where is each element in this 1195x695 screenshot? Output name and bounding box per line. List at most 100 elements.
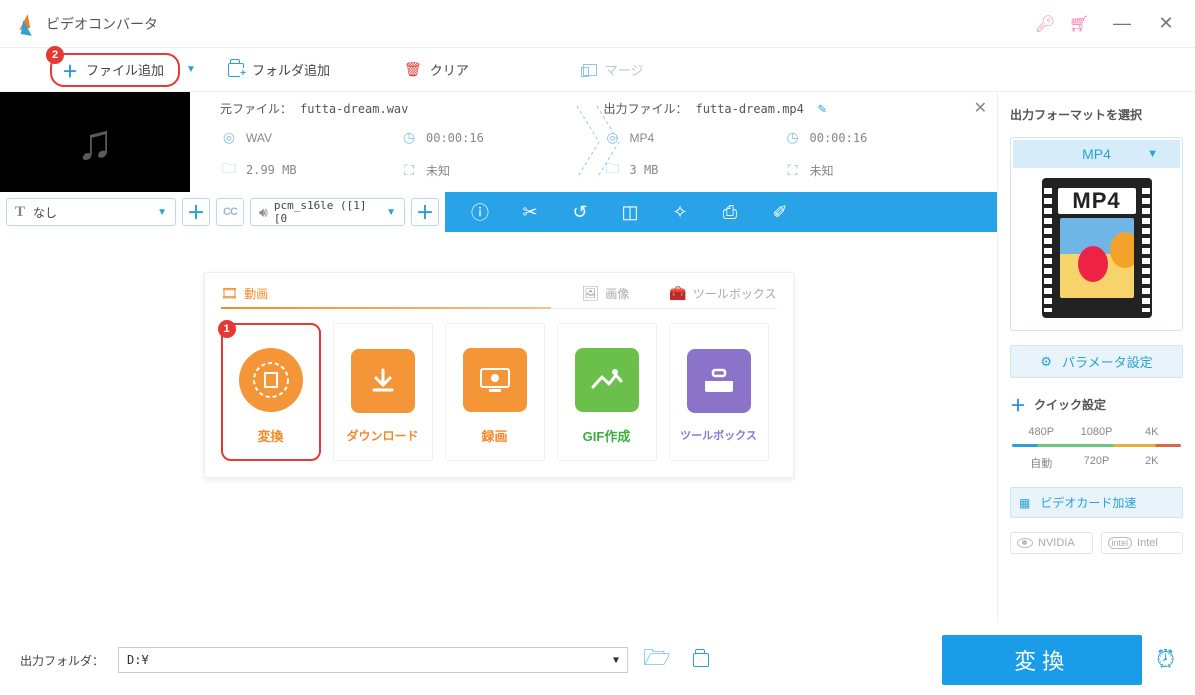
disc-icon: ◎ (220, 129, 238, 146)
tile-download[interactable]: ダウンロード (333, 323, 433, 461)
mp4-preview-icon: MP4 (1042, 178, 1152, 318)
resolution-presets[interactable]: 480P 1080P 4K (1010, 424, 1183, 440)
add-file-chevron-icon[interactable]: ▼ (186, 64, 196, 75)
cut-icon[interactable]: ✂ (519, 202, 541, 223)
subtitle-dropdown[interactable]: Tなし ▼ (6, 198, 176, 226)
out-file-name: futta-dream.mp4 (696, 102, 804, 116)
clock-icon: ◷ (400, 129, 418, 146)
tile-convert[interactable]: 1 変換 (221, 323, 321, 461)
music-note-icon: ♫ (76, 113, 114, 171)
src-duration: 00:00:16 (426, 131, 484, 145)
quick-settings-label: クイック設定 (1034, 396, 1106, 413)
add-subtitle-button[interactable]: ＋ (182, 198, 210, 226)
rename-icon[interactable]: ✎ (818, 101, 826, 117)
clear-button[interactable]: 🗑 クリア (392, 56, 481, 83)
resolution-slider[interactable] (1012, 444, 1181, 447)
tile-record[interactable]: 録画 (445, 323, 545, 461)
effects-icon[interactable]: ✧ (669, 202, 691, 223)
file-item[interactable]: ♫ ✕ 元ファイル： futta-dream.wav ◎ WAV ◷ 00:00:16… (0, 92, 997, 192)
remove-file-button[interactable]: ✕ (974, 98, 987, 118)
audio-dropdown[interactable]: 🔊︎pcm_s16le ([1][0 ▼ (250, 198, 405, 226)
download-icon (351, 349, 415, 413)
intel-icon: intel (1108, 537, 1133, 549)
res-480p[interactable]: 480P (1014, 426, 1068, 438)
output-folder-value: D:¥ (127, 653, 149, 667)
out-format: MP4 (630, 131, 655, 145)
out-duration: 00:00:16 (810, 131, 868, 145)
clock-icon: ◷ (784, 129, 802, 146)
nvidia-badge: NVIDIA (1010, 532, 1093, 554)
intel-badge: intelIntel (1101, 532, 1184, 554)
gpu-label: ビデオカード加速 (1040, 494, 1136, 511)
format-selector[interactable]: MP4▼ MP4 (1010, 137, 1183, 331)
right-panel: 出力フォーマットを選択 MP4▼ MP4 ⚙ パラメータ設定 ＋クイック設定 4… (997, 92, 1195, 622)
image-icon: 🖼 (582, 285, 600, 302)
res-1080p[interactable]: 1080P (1069, 426, 1123, 438)
rotate-icon[interactable]: ↺ (569, 202, 591, 223)
convert-button[interactable]: 変換 (942, 635, 1142, 685)
gif-icon (575, 348, 639, 412)
info-icon[interactable]: ⓘ (469, 199, 491, 225)
cc-button[interactable]: CC (216, 198, 244, 226)
parameter-settings-button[interactable]: ⚙ パラメータ設定 (1010, 345, 1183, 378)
res-4k[interactable]: 4K (1125, 426, 1179, 438)
bottom-bar: 出力フォルダ： D:¥ ▼ 🗁 変換 ⏰︎ (20, 635, 1175, 685)
add-file-button[interactable]: 2 ＋ ファイル追加 (50, 53, 180, 87)
res-2k[interactable]: 2K (1125, 455, 1179, 471)
plus-icon: ＋ (1010, 392, 1026, 416)
res-auto[interactable]: 自動 (1014, 455, 1068, 471)
file-thumbnail: ♫ (0, 92, 190, 192)
tab-video-label: 動画 (244, 285, 268, 302)
edit-icon[interactable]: ✐ (769, 202, 791, 223)
crop-icon[interactable]: ◫ (619, 202, 641, 223)
badge-2: 2 (46, 46, 64, 64)
arrow-separator-icon (573, 102, 623, 182)
watermark-icon[interactable]: ⎙ (719, 202, 741, 223)
sliders-icon: ⚙ (1040, 354, 1052, 370)
chevron-down-icon: ▼ (386, 207, 396, 218)
tab-toolbox[interactable]: 🧰ツールボックス (669, 285, 776, 302)
add-file-label: ファイル追加 (86, 60, 164, 79)
feature-card: 🎞動画 🖼画像 🧰ツールボックス 1 変換 ダウンロード (204, 272, 794, 478)
app-logo-icon (14, 13, 36, 35)
key-icon[interactable]: 🔑︎ (1031, 10, 1059, 38)
tile-toolbox[interactable]: ツールボックス (669, 323, 769, 461)
app-title: ビデオコンバータ (46, 14, 158, 34)
tile-gif-label: GIF作成 (583, 426, 631, 445)
schedule-icon[interactable]: ⏰︎ (1156, 646, 1175, 674)
src-resolution: 未知 (426, 162, 450, 179)
nvidia-icon (1017, 538, 1033, 548)
speaker-icon: 🔊︎ (259, 204, 268, 221)
src-file-name: futta-dream.wav (300, 102, 408, 116)
folder-plus-icon (228, 63, 244, 77)
merge-icon (583, 64, 597, 76)
res-720p[interactable]: 720P (1069, 455, 1123, 471)
cart-icon[interactable]: 🛒︎ (1065, 10, 1093, 38)
folder-list-icon[interactable] (686, 647, 716, 673)
open-folder-icon[interactable]: 🗁 (642, 641, 672, 679)
chevron-down-icon: ▼ (157, 207, 167, 218)
toolbox-tile-icon (687, 349, 751, 413)
output-folder-dropdown[interactable]: D:¥ ▼ (118, 647, 628, 673)
tile-gif[interactable]: GIF作成 (557, 323, 657, 461)
subtitle-value: なし (33, 204, 57, 221)
minimize-button[interactable]: — (1107, 10, 1137, 38)
toolbox-icon: 🧰 (669, 285, 686, 302)
src-file-label: 元ファイル： (220, 100, 292, 117)
tab-video[interactable]: 🎞 動画 (221, 285, 542, 302)
frame-icon: ⛶ (400, 162, 418, 179)
clear-label: クリア (430, 60, 469, 79)
src-format: WAV (246, 131, 272, 145)
add-folder-button[interactable]: フォルダ追加 (216, 56, 342, 83)
close-button[interactable]: ✕ (1151, 10, 1181, 38)
film-icon: 🎞 (221, 285, 239, 302)
add-audio-button[interactable]: ＋ (411, 198, 439, 226)
tab-image[interactable]: 🖼画像 (582, 285, 630, 302)
merge-button[interactable]: マージ (571, 56, 656, 83)
badge-1: 1 (218, 320, 236, 338)
format-value: MP4 (1082, 146, 1111, 162)
folder-icon: 🗀 (220, 158, 238, 182)
nvidia-label: NVIDIA (1038, 537, 1075, 549)
resolution-presets-2[interactable]: 自動 720P 2K (1010, 453, 1183, 473)
gpu-accel-button[interactable]: ▦ ビデオカード加速 (1010, 487, 1183, 518)
